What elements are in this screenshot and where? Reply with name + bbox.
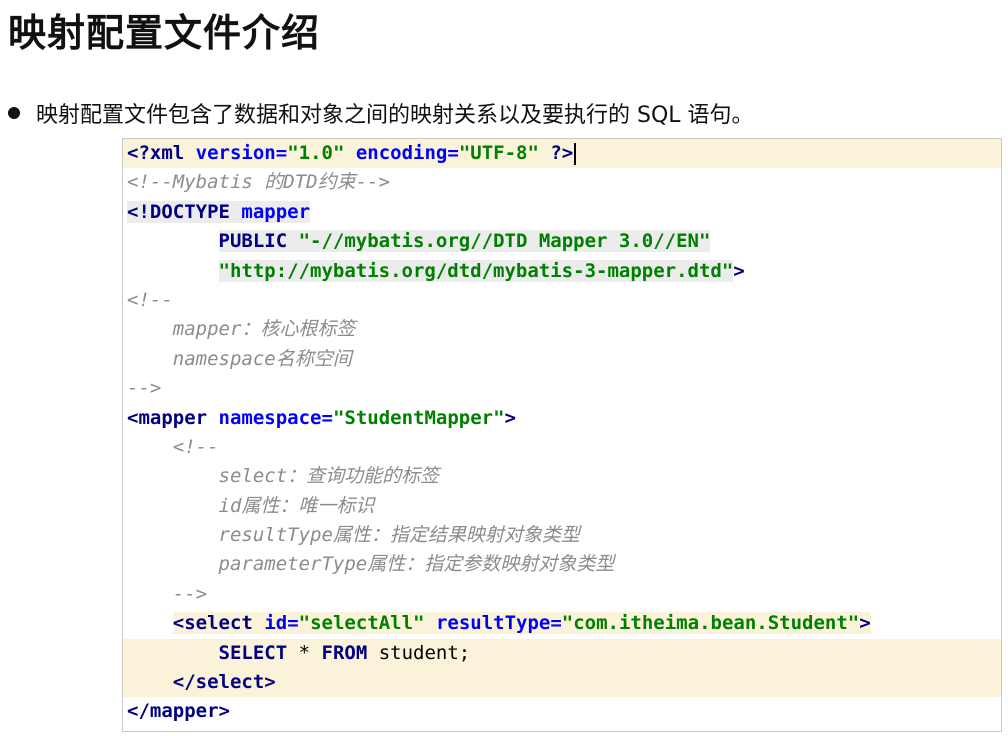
mapper-open-bracket: <: [127, 406, 139, 429]
bullet-point: 映射配置文件包含了数据和对象之间的映射关系以及要执行的 SQL 语句。: [8, 96, 754, 130]
comment2-select-desc: select：查询功能的标签: [218, 465, 440, 488]
code-line-comment2-resulttype: resultType属性：指定结果映射对象类型: [123, 521, 1001, 550]
doctype-close: >: [733, 259, 745, 282]
text-cursor: [574, 142, 577, 165]
sql-table: student;: [378, 641, 471, 664]
code-line-comment-close: -->: [123, 374, 1001, 403]
mapper-tag: mapper: [138, 406, 208, 429]
select-close-tag: select: [195, 671, 265, 694]
comment-namespace-desc: namespace名称空间: [172, 347, 352, 370]
select-tag: select: [184, 612, 253, 635]
code-line-mapper-open: <mapper namespace="StudentMapper">: [127, 406, 516, 429]
code-line-comment-namespace: namespace名称空间: [123, 345, 1001, 374]
select-close-bracket: >: [264, 671, 276, 694]
sql-star: *: [298, 641, 311, 664]
code-line-comment2-open: <!--: [123, 433, 1001, 462]
code-line-select-close: </select>: [123, 668, 1001, 698]
xml-decl-close: ?>: [550, 142, 574, 164]
xml-decl-open: <?: [127, 142, 150, 164]
comment-open: <!--: [127, 288, 173, 311]
select-open-bracket: <: [172, 612, 185, 635]
select-open-close-bracket: >: [859, 612, 871, 635]
bullet-dot-icon: [8, 107, 20, 119]
sql-from-keyword: FROM: [321, 641, 368, 664]
comment-mapper-desc: mapper：核心根标签: [172, 318, 356, 341]
code-line-select-open: <select id="selectAll" resultType="com.i…: [172, 612, 871, 635]
doctype-public-keyword: PUBLIC: [218, 230, 288, 253]
xml-encoding-value: "UTF-8": [458, 142, 539, 164]
code-editor[interactable]: <?xml version="1.0" encoding="UTF-8" ?> …: [122, 138, 1002, 732]
code-line-doctype: <!DOCTYPE mapper: [123, 198, 1001, 227]
code-line-dtd-comment: <!--Mybatis 的DTD约束-->: [123, 168, 1001, 197]
mapper-open-close-bracket: >: [504, 406, 516, 429]
comment2-parametertype-desc: parameterType属性：指定参数映射对象类型: [218, 553, 615, 576]
code-line-doctype-public: PUBLIC "-//mybatis.org//DTD Mapper 3.0//…: [123, 227, 1001, 256]
xml-decl-name: xml: [149, 142, 185, 164]
select-id-value: "selectAll": [298, 612, 425, 635]
comment-close: -->: [127, 377, 162, 400]
doctype-keyword: <!DOCTYPE: [127, 200, 230, 223]
code-line-mapper-close: </mapper>: [123, 697, 1001, 726]
mapper-close-open-bracket: </: [127, 700, 150, 723]
page-title: 映射配置文件介绍: [8, 11, 321, 55]
xml-encoding-attr: encoding: [355, 142, 448, 164]
mapper-close-tag: mapper: [149, 700, 219, 723]
code-line-xml-declaration: <?xml version="1.0" encoding="UTF-8" ?>: [123, 139, 1001, 169]
comment2-open: <!--: [172, 435, 219, 458]
sql-select-keyword: SELECT: [218, 641, 288, 664]
doctype-system-id: "http://mybatis.org/dtd/mybatis-3-mapper…: [218, 259, 734, 282]
code-line-comment2-id: id属性：唯一标识: [123, 492, 1001, 521]
mapper-close-bracket: >: [218, 700, 230, 723]
code-line-comment-open: <!--: [123, 286, 1001, 315]
select-resulttype-value: "com.itheima.bean.Student": [561, 612, 860, 635]
mapper-namespace-attr: namespace: [218, 406, 322, 429]
code-line-comment-mapper: mapper：核心根标签: [123, 315, 1001, 344]
comment2-resulttype-desc: resultType属性：指定结果映射对象类型: [218, 524, 580, 547]
xml-version-value: "1.0": [287, 142, 345, 164]
dtd-comment: <!--Mybatis 的DTD约束-->: [127, 171, 390, 194]
doctype-name: mapper: [241, 200, 311, 223]
xml-version-attr: version: [195, 142, 276, 164]
mapper-namespace-value: "StudentMapper": [332, 406, 505, 429]
code-line-doctype-system: "http://mybatis.org/dtd/mybatis-3-mapper…: [123, 257, 1001, 286]
select-close-open-bracket: </: [172, 671, 196, 694]
comment2-close: -->: [172, 582, 208, 605]
select-id-attr: id: [264, 612, 288, 635]
bullet-text: 映射配置文件包含了数据和对象之间的映射关系以及要执行的 SQL 语句。: [36, 103, 754, 128]
code-line-comment2-select: select：查询功能的标签: [123, 462, 1001, 491]
code-line-comment2-close: -->: [123, 580, 1001, 609]
comment2-id-desc: id属性：唯一标识: [218, 494, 375, 517]
doctype-public-id: "-//mybatis.org//DTD Mapper 3.0//EN": [298, 230, 711, 253]
code-line-comment2-parametertype: parameterType属性：指定参数映射对象类型: [123, 550, 1001, 579]
code-line-sql: SELECT * FROM student;: [123, 638, 1001, 669]
select-resulttype-attr: resultType: [435, 612, 551, 635]
